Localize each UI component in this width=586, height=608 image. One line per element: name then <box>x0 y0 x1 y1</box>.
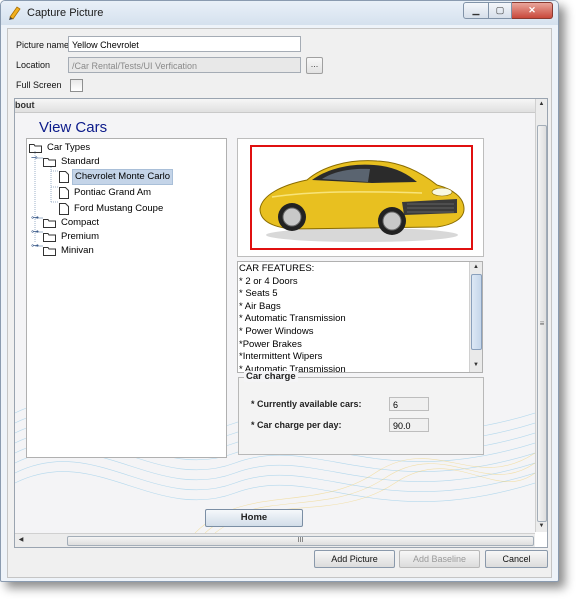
tree-node-label: Standard <box>61 156 100 167</box>
features-scroll-thumb[interactable] <box>471 274 482 350</box>
close-button[interactable]: ✕ <box>512 2 553 19</box>
preview-vertical-scrollbar[interactable]: ▲ ≡ ▼ <box>535 99 547 532</box>
expand-toggle-icon[interactable]: ⊶ <box>31 241 39 251</box>
car-charge-group: Car charge * Currently available cars: 6… <box>238 371 484 455</box>
tree-node-label: Ford Mustang Coupe <box>74 203 164 214</box>
document-icon <box>59 171 69 183</box>
car-image-highlight <box>250 145 473 250</box>
dialog-client-area: Picture name Yellow Chevrolet Location /… <box>7 28 552 578</box>
location-input: /Car Rental/Tests/UI Verfication <box>68 57 301 73</box>
charge-per-day-value: 90.0 <box>389 418 429 432</box>
expand-toggle-icon[interactable]: ⊶ <box>31 213 39 223</box>
add-baseline-button: Add Baseline <box>399 550 480 568</box>
tree-node-premium[interactable]: Premium <box>43 230 101 244</box>
car-image-panel <box>237 138 484 257</box>
cancel-button[interactable]: Cancel <box>485 550 548 568</box>
tree-node-label: Compact <box>61 217 100 228</box>
feature-line: * Air Bags <box>239 300 281 312</box>
folder-open-icon <box>43 158 56 167</box>
scroll-down-arrow-icon[interactable]: ▼ <box>470 360 482 371</box>
minimize-button[interactable]: ▁ <box>463 2 489 19</box>
folder-icon <box>43 247 56 256</box>
preview-horizontal-scrollbar[interactable]: ◀ III <box>15 533 535 547</box>
picture-name-label: Picture name <box>16 40 70 50</box>
location-label: Location <box>16 60 51 70</box>
view-cars-heading: View Cars <box>39 119 108 136</box>
full-screen-checkbox[interactable] <box>70 79 83 92</box>
scroll-down-arrow-icon[interactable]: ▼ <box>536 521 547 532</box>
capture-picture-window: Capture Picture ▁ ▢ ✕ Picture name Yello… <box>0 0 559 582</box>
features-scrollbar[interactable]: ▲ ▼ <box>469 262 482 372</box>
picture-name-input[interactable]: Yellow Chevrolet <box>68 36 301 52</box>
car-charge-title: Car charge <box>244 371 298 382</box>
internal-frame-title-text: bout <box>15 100 35 110</box>
car-features-list: CAR FEATURES: * 2 or 4 Doors * Seats 5 *… <box>239 263 467 372</box>
folder-icon <box>43 233 56 242</box>
view-cars-panel: View Cars Car Types ⊸ Standard Chevrolet… <box>15 113 535 533</box>
feature-line: CAR FEATURES: <box>239 263 315 274</box>
scroll-up-arrow-icon[interactable]: ▲ <box>470 262 482 273</box>
full-screen-label: Full Screen <box>16 80 62 90</box>
maximize-button[interactable]: ▢ <box>489 2 512 19</box>
tree-node-label: Pontiac Grand Am <box>74 187 152 198</box>
car-types-tree[interactable]: Car Types ⊸ Standard Chevrolet Monte Car… <box>26 138 227 458</box>
capture-pen-icon <box>9 6 21 20</box>
available-cars-value: 6 <box>389 397 429 411</box>
charge-per-day-label: * Car charge per day: <box>251 420 342 430</box>
feature-line: * Power Windows <box>239 325 314 337</box>
tree-node-chevrolet-monte-carlo[interactable]: Chevrolet Monte Carlo <box>59 169 174 185</box>
preview-horizontal-scroll-thumb[interactable]: III <box>67 536 534 546</box>
available-cars-label: * Currently available cars: <box>251 399 362 409</box>
tree-node-label: Chevrolet Monte Carlo <box>72 169 174 185</box>
feature-line: *Power Brakes <box>239 338 302 350</box>
feature-line: * Seats 5 <box>239 288 278 300</box>
scroll-left-arrow-icon[interactable]: ◀ <box>15 535 27 546</box>
add-picture-button[interactable]: Add Picture <box>314 550 395 568</box>
browse-location-button[interactable]: ... <box>306 57 323 74</box>
tree-node-label: Premium <box>61 231 100 242</box>
scroll-up-arrow-icon[interactable]: ▲ <box>536 99 547 110</box>
expand-toggle-icon[interactable]: ⊶ <box>31 227 39 237</box>
collapse-toggle-icon[interactable]: ⊸ <box>31 153 38 163</box>
tree-node-pontiac-grand-am[interactable]: Pontiac Grand Am <box>59 186 153 200</box>
internal-frame-title: bout <box>15 99 535 113</box>
tree-node-minivan[interactable]: Minivan <box>43 244 96 258</box>
preview-vertical-scroll-thumb[interactable]: ≡ <box>537 125 547 522</box>
window-controls: ▁ ▢ ✕ <box>463 2 553 19</box>
tree-node-compact[interactable]: Compact <box>43 216 101 230</box>
window-title: Capture Picture <box>27 7 104 19</box>
captured-app-preview: bout View Cars Car Types ⊸ Standard Chev… <box>14 98 548 548</box>
tree-node-label: Minivan <box>61 245 94 256</box>
feature-line: * Automatic Transmission <box>239 313 346 325</box>
car-features-textarea[interactable]: CAR FEATURES: * 2 or 4 Doors * Seats 5 *… <box>237 261 483 373</box>
feature-line: * 2 or 4 Doors <box>239 275 298 287</box>
document-icon <box>59 187 69 199</box>
title-bar[interactable]: Capture Picture ▁ ▢ ✕ <box>1 1 558 25</box>
home-button[interactable]: Home <box>205 509 303 527</box>
yellow-sports-car-image <box>259 160 465 242</box>
document-icon <box>59 203 69 215</box>
folder-icon <box>43 219 56 228</box>
feature-line: *Intermittent Wipers <box>239 351 323 363</box>
tree-node-standard[interactable]: Standard <box>43 155 102 169</box>
tree-node-ford-mustang-coupe[interactable]: Ford Mustang Coupe <box>59 202 165 216</box>
